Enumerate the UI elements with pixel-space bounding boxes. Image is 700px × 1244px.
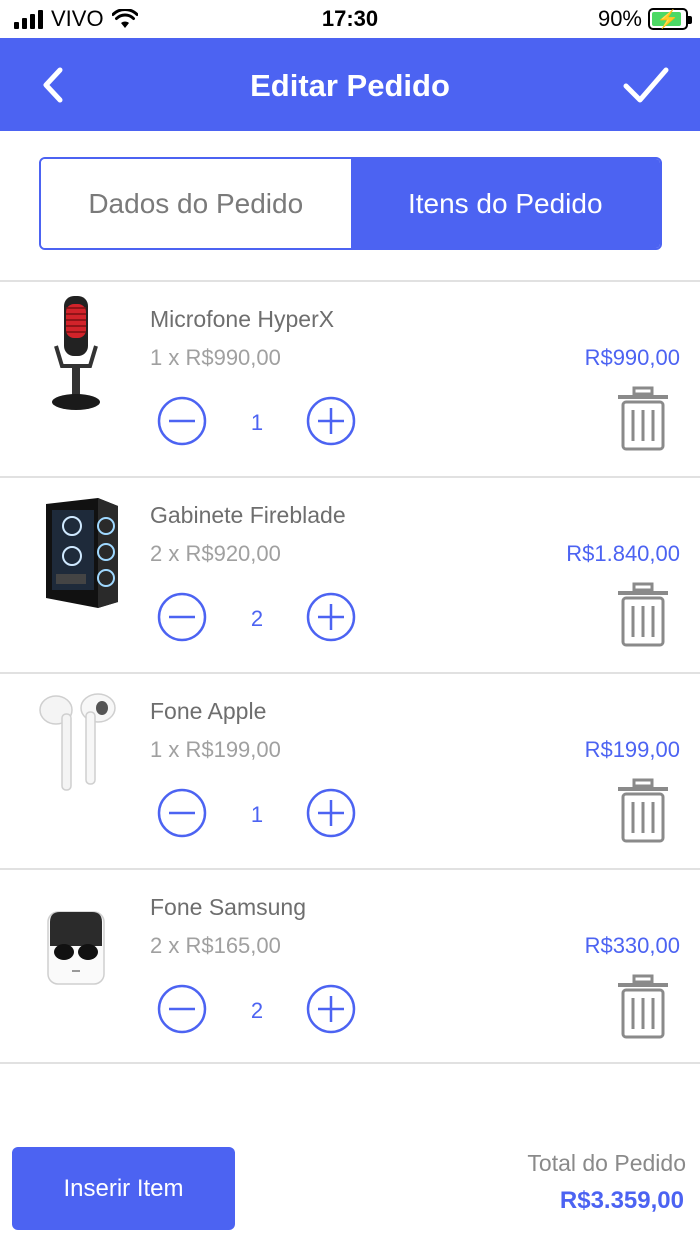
item-total-price: R$1.840,00: [566, 541, 680, 566]
list-item: Gabinete Fireblade 2 x R$920,00 R$1.840,…: [0, 476, 700, 672]
quantity-increase-button[interactable]: [306, 592, 356, 642]
status-bar: VIVO 17:30 90% ⚡: [0, 0, 700, 38]
item-unit-price: 2 x R$165,00: [150, 933, 281, 958]
quantity-decrease-button[interactable]: [157, 592, 207, 642]
tab-dados-do-pedido[interactable]: Dados do Pedido: [41, 159, 351, 248]
minus-circle-icon: [157, 592, 207, 642]
quantity-increase-button[interactable]: [306, 396, 356, 446]
item-unit-price: 1 x R$990,00: [150, 345, 281, 370]
microphone-thumbnail: [52, 296, 100, 410]
quantity-decrease-button[interactable]: [157, 984, 207, 1034]
plus-circle-icon: [306, 396, 356, 446]
battery-icon: ⚡: [648, 8, 692, 30]
list-item: Fone Apple 1 x R$199,00 R$199,00 1: [0, 672, 700, 868]
app-header: Editar Pedido: [0, 38, 700, 131]
pc-case-thumbnail: [46, 498, 118, 608]
earbuds-thumbnail: [39, 693, 116, 791]
item-total-price: R$990,00: [584, 345, 680, 370]
item-unit-price: 1 x R$199,00: [150, 737, 281, 762]
quantity-decrease-button[interactable]: [157, 788, 207, 838]
segmented-tabs: Dados do Pedido Itens do Pedido: [39, 157, 662, 250]
quantity-value: 2: [250, 998, 264, 1023]
plus-circle-icon: [306, 984, 356, 1034]
quantity-value: 1: [250, 802, 264, 827]
minus-circle-icon: [157, 396, 207, 446]
delete-item-button[interactable]: [616, 386, 670, 452]
item-unit-price: 2 x R$920,00: [150, 541, 281, 566]
trash-icon: [618, 778, 668, 843]
plus-circle-icon: [306, 592, 356, 642]
list-item: Microfone HyperX 1 x R$990,00 R$990,00 1: [0, 280, 700, 476]
tab-itens-do-pedido[interactable]: Itens do Pedido: [350, 159, 660, 248]
confirm-button[interactable]: [620, 60, 672, 110]
order-total-label: Total do Pedido: [527, 1150, 686, 1176]
checkmark-icon: [623, 67, 669, 103]
plus-circle-icon: [306, 788, 356, 838]
trash-icon: [618, 582, 668, 647]
quantity-value: 1: [250, 410, 264, 435]
item-name: Gabinete Fireblade: [150, 502, 346, 528]
trash-icon: [618, 386, 668, 451]
delete-item-button[interactable]: [616, 778, 670, 844]
quantity-decrease-button[interactable]: [157, 396, 207, 446]
quantity-increase-button[interactable]: [306, 788, 356, 838]
insert-item-button[interactable]: Inserir Item: [12, 1147, 235, 1230]
item-total-price: R$330,00: [584, 933, 680, 958]
page-title: Editar Pedido: [250, 68, 450, 103]
order-total-value: R$3.359,00: [559, 1187, 684, 1214]
quantity-increase-button[interactable]: [306, 984, 356, 1034]
order-items-list: Microfone HyperX 1 x R$990,00 R$990,00 1: [0, 280, 700, 1064]
minus-circle-icon: [157, 788, 207, 838]
item-total-price: R$199,00: [584, 737, 680, 762]
minus-circle-icon: [157, 984, 207, 1034]
battery-percent: 90%: [597, 6, 642, 31]
item-name: Fone Samsung: [150, 894, 306, 920]
earbuds-case-thumbnail: [47, 911, 105, 985]
delete-item-button[interactable]: [616, 582, 670, 648]
item-name: Fone Apple: [150, 698, 267, 724]
battery-group: 90% ⚡: [597, 6, 692, 32]
delete-item-button[interactable]: [616, 974, 670, 1040]
item-name: Microfone HyperX: [150, 306, 335, 332]
list-item: Fone Samsung 2 x R$165,00 R$330,00 2: [0, 868, 700, 1064]
status-time: 17:30: [321, 6, 379, 31]
quantity-value: 2: [250, 606, 264, 631]
trash-icon: [618, 974, 668, 1039]
